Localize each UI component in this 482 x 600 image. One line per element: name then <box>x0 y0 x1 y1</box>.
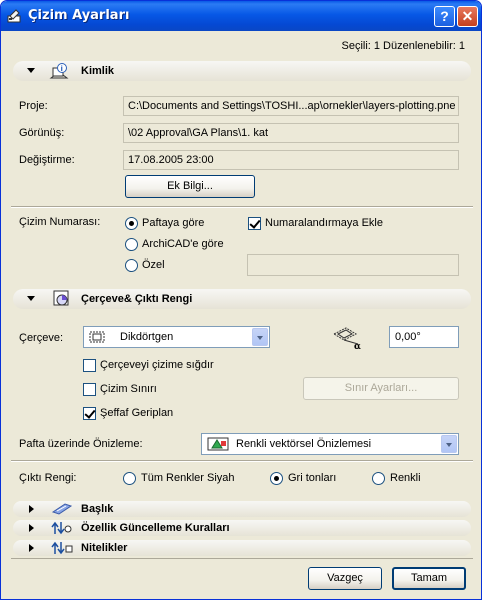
numbering-by-archicad-label[interactable]: ArchiCAD'e göre <box>142 238 224 250</box>
property-update-rules-icon <box>51 521 73 538</box>
attributes-icon <box>51 541 73 558</box>
frame-type-value: Dikdörtgen <box>120 331 174 343</box>
numbering-by-sheet-label[interactable]: Paftaya göre <box>142 217 204 229</box>
output-color-label: Çıktı Rengi: <box>19 472 77 484</box>
angle-input[interactable]: 0,00° <box>389 326 459 348</box>
transparent-bg-label[interactable]: Şeffaf Geriplan <box>100 407 173 419</box>
drawing-settings-icon <box>7 8 23 24</box>
expand-arrow-icon[interactable] <box>29 505 34 513</box>
ok-button[interactable]: Tamam <box>392 567 466 590</box>
collapse-arrow-icon[interactable] <box>27 68 35 73</box>
section-frame-header[interactable]: Çerçeve& Çıktı Rengi <box>13 289 471 309</box>
numbering-custom-label[interactable]: Özel <box>142 259 165 271</box>
view-path-field: \02 Approval\GA Plans\1. kat <box>123 123 459 143</box>
add-to-numbering-label[interactable]: Numaralandırmaya Ekle <box>265 217 383 229</box>
modified-date-field: 17.08.2005 23:00 <box>123 150 459 170</box>
chevron-down-icon[interactable] <box>441 435 457 453</box>
frame-header-label: Çerçeve& Çıktı Rengi <box>81 293 193 305</box>
project-label: Proje: <box>19 100 48 112</box>
section-attributes-label: Nitelikler <box>81 542 128 554</box>
custom-number-input <box>247 254 459 276</box>
fit-frame-checkbox[interactable] <box>83 359 96 372</box>
divider <box>11 460 473 462</box>
draw-border-checkbox[interactable] <box>83 383 96 396</box>
numbering-by-sheet-radio[interactable] <box>125 217 138 230</box>
output-all-black-radio[interactable] <box>123 472 136 485</box>
output-grayscale-label[interactable]: Gri tonları <box>288 472 336 484</box>
chevron-down-icon[interactable] <box>252 328 268 346</box>
frame-label: Çerçeve: <box>19 332 64 344</box>
section-title-header[interactable]: Başlık <box>13 501 471 517</box>
divider <box>11 206 473 208</box>
output-color-option-label[interactable]: Renkli <box>390 472 421 484</box>
help-button[interactable]: ? <box>434 6 455 27</box>
divider <box>11 558 473 559</box>
close-button[interactable]: ✕ <box>457 6 478 27</box>
modified-label: Değiştirme: <box>19 154 75 166</box>
draw-border-label[interactable]: Çizim Sınırı <box>100 383 157 395</box>
preview-mode-value: Renkli vektörsel Önizlemesi <box>236 438 372 450</box>
fit-frame-label[interactable]: Çerçeveyi çizime sığdır <box>100 359 214 371</box>
output-color-radio[interactable] <box>372 472 385 485</box>
svg-text:α: α <box>354 342 361 350</box>
selection-info: Seçili: 1 Düzenlenebilir: 1 <box>341 40 465 52</box>
frame-type-select[interactable]: Dikdörtgen <box>83 326 270 348</box>
transparent-bg-checkbox[interactable] <box>83 407 96 420</box>
output-grayscale-radio[interactable] <box>270 472 283 485</box>
identity-header-label: Kimlik <box>81 65 115 77</box>
numbering-custom-radio[interactable] <box>125 259 138 272</box>
identity-info-icon: i <box>49 62 69 83</box>
svg-text:i: i <box>61 65 63 73</box>
section-property-rules-header[interactable]: Özellik Güncelleme Kuralları <box>13 520 471 536</box>
preview-label: Pafta üzerinde Önizleme: <box>19 438 143 450</box>
drawing-number-label: Çizim Numarası: <box>19 216 101 228</box>
expand-arrow-icon[interactable] <box>29 524 34 532</box>
border-settings-button[interactable]: Sınır Ayarları... <box>303 377 459 400</box>
rotation-angle-icon: α <box>330 324 366 353</box>
frame-color-icon <box>53 290 71 311</box>
title-bar[interactable]: Çizim Ayarları ? ✕ <box>1 1 481 31</box>
preview-mode-select[interactable]: Renkli vektörsel Önizlemesi <box>201 433 459 455</box>
color-vector-preview-icon <box>207 437 231 454</box>
cancel-button[interactable]: Vazgeç <box>308 567 382 590</box>
view-label: Görünüş: <box>19 127 65 139</box>
close-icon: ✕ <box>461 8 474 24</box>
output-all-black-label[interactable]: Tüm Renkler Siyah <box>141 472 235 484</box>
drawing-settings-dialog: Çizim Ayarları ? ✕ Seçili: 1 Düzenlenebi… <box>0 0 482 600</box>
collapse-arrow-icon[interactable] <box>27 296 35 301</box>
window-title: Çizim Ayarları <box>28 8 130 23</box>
rectangle-frame-icon <box>88 330 110 347</box>
extra-info-button[interactable]: Ek Bilgi... <box>125 175 255 198</box>
help-icon: ? <box>440 8 449 24</box>
numbering-by-archicad-radio[interactable] <box>125 238 138 251</box>
section-title-label: Başlık <box>81 503 114 515</box>
section-attributes-header[interactable]: Nitelikler <box>13 540 471 556</box>
add-to-numbering-checkbox[interactable] <box>248 217 261 230</box>
project-path-field: C:\Documents and Settings\TOSHI...ap\orn… <box>123 96 459 116</box>
section-property-rules-label: Özellik Güncelleme Kuralları <box>81 522 230 534</box>
title-tag-icon <box>51 502 73 519</box>
expand-arrow-icon[interactable] <box>29 544 34 552</box>
section-identity-header[interactable]: i Kimlik <box>13 61 471 81</box>
